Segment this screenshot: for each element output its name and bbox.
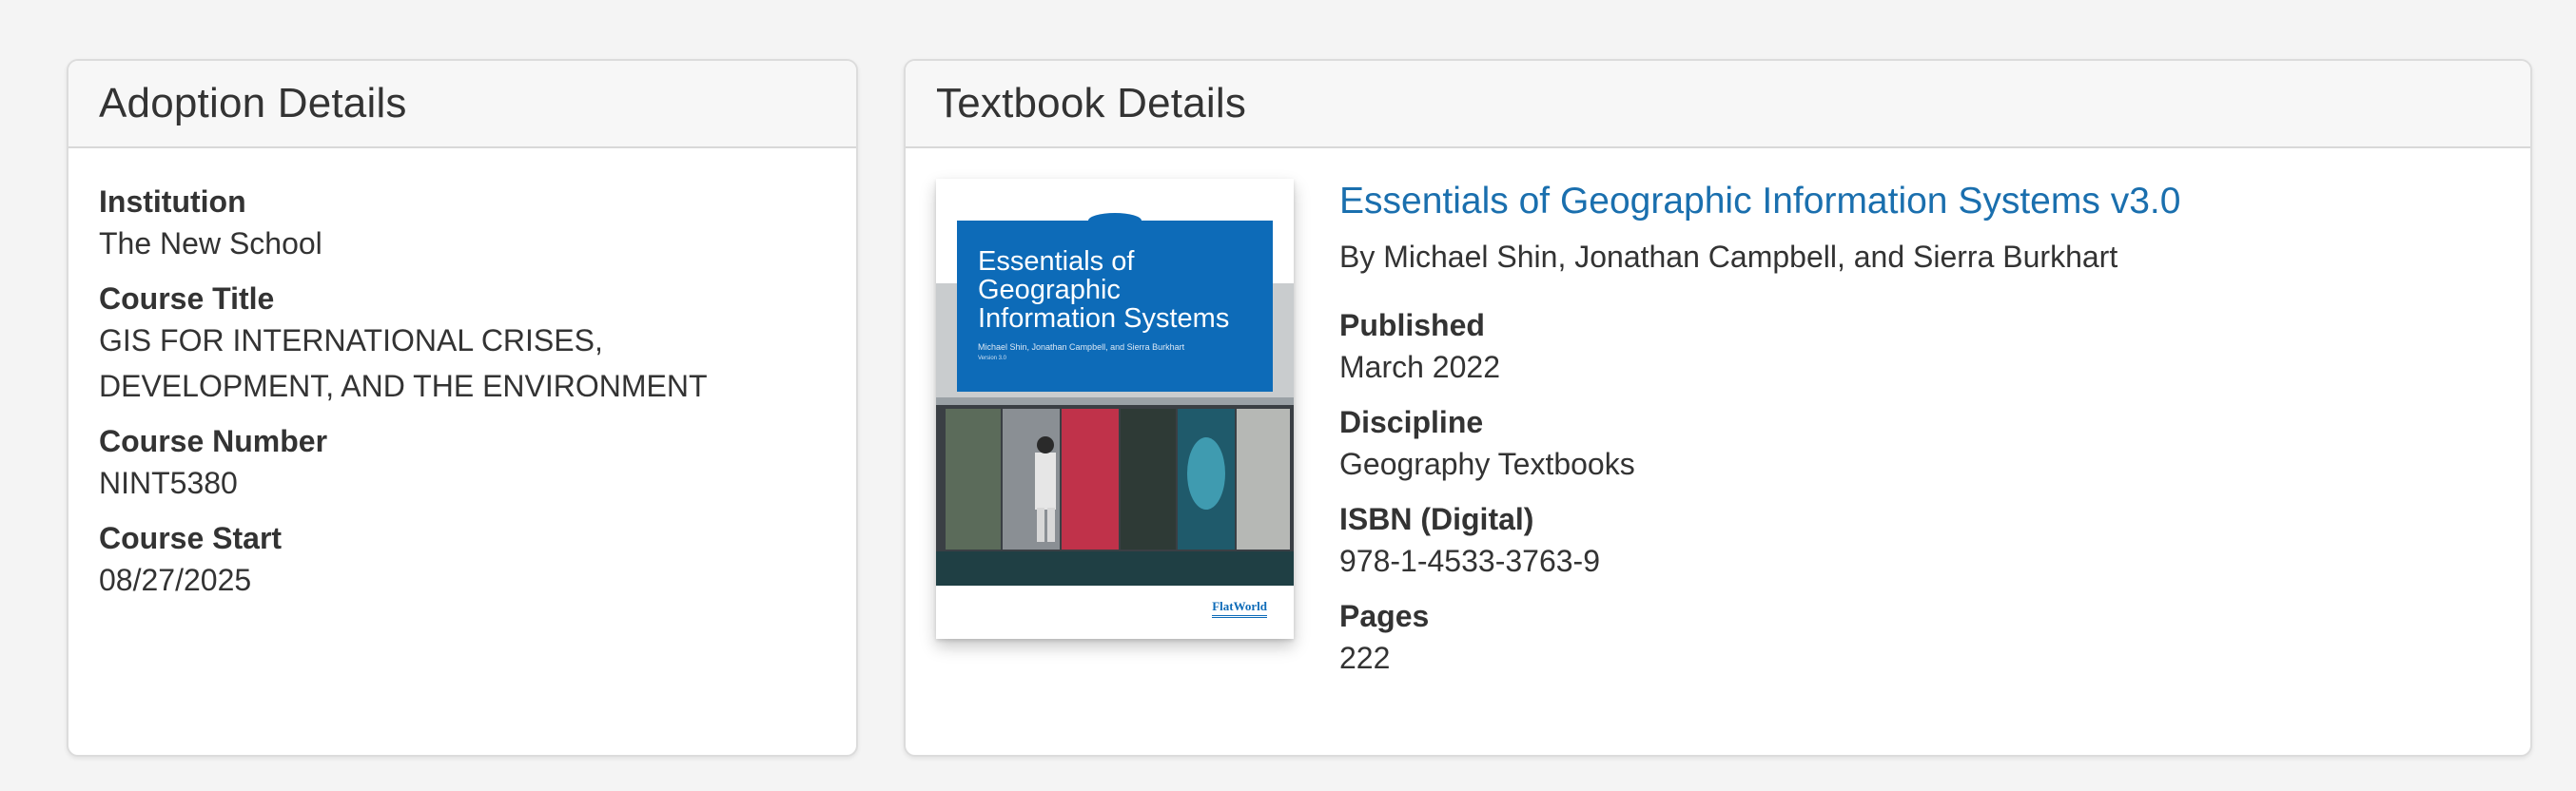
cover-title-text: Essentials of Geographic Information Sys… (978, 246, 1230, 334)
published-field: Published March 2022 (1339, 306, 2481, 390)
book-title-link[interactable]: Essentials of Geographic Information Sys… (1339, 177, 2481, 226)
isbn-field: ISBN (Digital) 978-1-4533-3763-9 (1339, 500, 2481, 584)
course-title-label: Course Title (99, 281, 275, 316)
pages-field: Pages 222 (1339, 597, 2481, 681)
course-start-value: 08/27/2025 (99, 563, 252, 597)
cover-authors-text: Michael Shin, Jonathan Campbell, and Sie… (978, 342, 1185, 352)
textbook-details-header: Textbook Details (906, 61, 2530, 148)
textbook-details-title: Textbook Details (936, 80, 1247, 126)
pages-label: Pages (1339, 599, 1430, 633)
textbook-info: Essentials of Geographic Information Sys… (1339, 177, 2481, 694)
isbn-value: 978-1-4533-3763-9 (1339, 544, 1600, 578)
course-number-value: NINT5380 (99, 466, 238, 500)
cover-version-text: Version 3.0 (978, 356, 1007, 361)
discipline-value: Geography Textbooks (1339, 447, 1635, 481)
textbook-details-card: Textbook Details Essentials of Geographi… (904, 59, 2532, 757)
adoption-details-body: Institution The New School Course Title … (68, 148, 856, 603)
course-number-label: Course Number (99, 424, 328, 458)
discipline-field: Discipline Geography Textbooks (1339, 403, 2481, 487)
discipline-label: Discipline (1339, 405, 1484, 439)
published-value: March 2022 (1339, 350, 1500, 384)
cover-title-panel: Essentials of Geographic Information Sys… (957, 221, 1273, 392)
book-authors: By Michael Shin, Jonathan Campbell, and … (1339, 240, 2118, 274)
institution-field: Institution The New School (99, 183, 826, 266)
course-title-value: GIS FOR INTERNATIONAL CRISES, DEVELOPMEN… (99, 323, 708, 403)
isbn-label: ISBN (Digital) (1339, 502, 1534, 536)
course-title-field: Course Title GIS FOR INTERNATIONAL CRISE… (99, 280, 826, 409)
institution-value: The New School (99, 226, 322, 260)
pages-value: 222 (1339, 641, 1391, 675)
course-number-field: Course Number NINT5380 (99, 422, 826, 506)
flatworld-logo: FlatWorld (1212, 599, 1267, 618)
book-cover-image: Essentials of Geographic Information Sys… (936, 179, 1294, 639)
published-label: Published (1339, 308, 1485, 342)
adoption-details-title: Adoption Details (99, 80, 407, 126)
course-start-field: Course Start 08/27/2025 (99, 519, 826, 603)
adoption-details-card: Adoption Details Institution The New Sch… (67, 59, 858, 757)
adoption-details-header: Adoption Details (68, 61, 856, 148)
course-start-label: Course Start (99, 521, 283, 555)
institution-label: Institution (99, 184, 246, 219)
